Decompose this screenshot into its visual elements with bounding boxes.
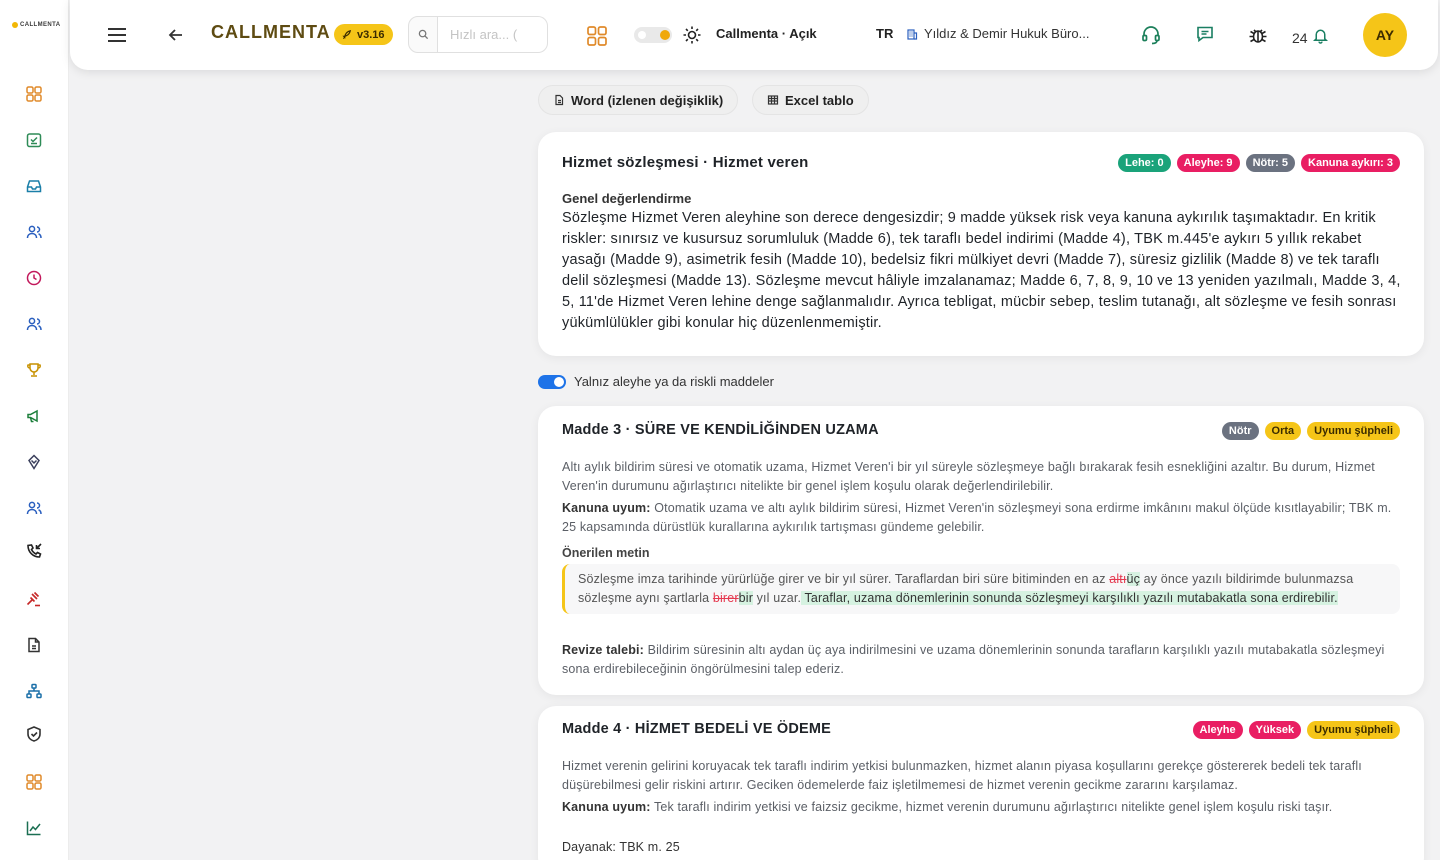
- megaphone-icon[interactable]: [24, 406, 44, 426]
- export-excel-label: Excel tablo: [785, 92, 854, 108]
- team-icon[interactable]: [24, 314, 44, 334]
- org-chart-icon[interactable]: [24, 681, 44, 701]
- avatar[interactable]: AY: [1363, 13, 1407, 57]
- notifications[interactable]: 24: [1292, 24, 1329, 46]
- trophy-icon[interactable]: [24, 360, 44, 380]
- organization-selector[interactable]: Yıldız & Demir Hukuk Büro...: [906, 26, 1089, 41]
- export-word-label: Word (izlenen değişiklik): [571, 92, 724, 108]
- inserted-text: bir: [738, 591, 754, 605]
- contract-title: Hizmet sözleşmesi · Hizmet veren: [562, 154, 809, 171]
- risk-filter-toggle[interactable]: [538, 374, 566, 389]
- handshake-icon[interactable]: [24, 452, 44, 472]
- clause-description: Hizmet verenin gelirini koruyacak tek ta…: [562, 759, 1362, 792]
- version-badge: v3.16: [334, 24, 393, 45]
- clause-title: Madde 3 · SÜRE VE KENDİLİĞİNDEN UZAMA: [562, 422, 879, 438]
- back-arrow-icon[interactable]: [166, 25, 186, 45]
- topbar: CALLMENTA v3.16 Callmenta · Açık TR Yıld…: [70, 0, 1438, 70]
- summary-badges: Lehe: 0 Aleyhe: 9 Nötr: 5 Kanuna aykırı:…: [1118, 154, 1400, 172]
- sidebar-logo[interactable]: CALLMENTA: [12, 22, 60, 28]
- menu-icon[interactable]: [106, 25, 128, 45]
- overall-assessment-text: Sözleşme Hizmet Veren aleyhine son derec…: [562, 210, 1401, 331]
- revision-request-text: Bildirim süresinin altı aydan üç aya ind…: [562, 643, 1385, 676]
- unfavorable-count-badge: Aleyhe: 9: [1176, 154, 1240, 172]
- logo-mark-icon: [12, 22, 18, 28]
- theme-toggle[interactable]: [634, 27, 672, 43]
- neutral-count-badge: Nötr: 5: [1245, 154, 1296, 172]
- sun-icon[interactable]: [682, 25, 702, 45]
- legal-compliance-text: Tek taraflı indirim yetkisi ve faizsiz g…: [650, 800, 1333, 814]
- legal-basis: Dayanak: TBK m. 25: [562, 840, 680, 854]
- contacts-icon[interactable]: [24, 498, 44, 518]
- risk-filter: Yalnız aleyhe ya da riskli maddeler: [538, 374, 774, 389]
- headset-icon[interactable]: [1140, 24, 1162, 46]
- inserted-text: Taraflar, uzama dönemlerinin sonunda söz…: [801, 591, 1338, 605]
- app-title: CALLMENTA: [211, 22, 331, 42]
- legal-compliance: Kanuna uyum: Tek taraflı indirim yetkisi…: [562, 798, 1404, 817]
- export-excel-button[interactable]: Excel tablo: [752, 85, 869, 115]
- inbox-icon[interactable]: [24, 176, 44, 196]
- logo-text: CALLMENTA: [20, 22, 61, 28]
- language-selector[interactable]: TR: [876, 26, 893, 41]
- position-badge: Aleyhe: [1192, 721, 1243, 739]
- revision-request-label: Revize talebi:: [562, 643, 644, 657]
- phone-incoming-icon[interactable]: [24, 541, 44, 561]
- export-word-button[interactable]: Word (izlenen değişiklik): [538, 85, 739, 115]
- clock-icon[interactable]: [24, 268, 44, 288]
- clause-badges: Aleyhe Yüksek Uyumu şüpheli: [1192, 721, 1400, 739]
- search-icon[interactable]: [408, 16, 438, 53]
- clause-title: Madde 4 · HİZMET BEDELİ VE ÖDEME: [562, 721, 832, 737]
- deleted-text: birer: [712, 591, 739, 605]
- apps-grid-icon[interactable]: [586, 25, 608, 47]
- users-icon[interactable]: [24, 222, 44, 242]
- clause-card-4: Madde 4 · HİZMET BEDELİ VE ÖDEME Aleyhe …: [538, 706, 1424, 860]
- bell-icon: [1312, 29, 1328, 44]
- calendar-check-icon[interactable]: [24, 130, 44, 150]
- risk-level-badge: Yüksek: [1248, 721, 1302, 739]
- summary-card: Hizmet sözleşmesi · Hizmet veren Lehe: 0…: [538, 132, 1424, 356]
- risk-level-badge: Orta: [1264, 422, 1302, 440]
- legal-compliance-label: Kanuna uyum:: [562, 501, 651, 515]
- clause-description: Altı aylık bildirim süresi ve otomatik u…: [562, 460, 1375, 493]
- apps-icon[interactable]: [24, 772, 44, 792]
- legal-compliance-label: Kanuna uyum:: [562, 800, 651, 814]
- suggested-text-label: Önerilen metin: [562, 546, 650, 560]
- shield-check-icon[interactable]: [24, 724, 44, 744]
- chat-icon[interactable]: [1195, 24, 1215, 44]
- favorable-count-badge: Lehe: 0: [1118, 154, 1171, 172]
- rocket-icon: [342, 30, 352, 40]
- deleted-text: altı: [1109, 572, 1127, 586]
- position-badge: Nötr: [1221, 422, 1259, 440]
- file-icon: [555, 94, 564, 106]
- risk-filter-label: Yalnız aleyhe ya da riskli maddeler: [574, 374, 774, 389]
- inserted-text: üç: [1126, 572, 1141, 586]
- suggested-text: Sözleşme imza tarihinde yürürlüğe girer …: [562, 564, 1400, 614]
- version-text: v3.16: [357, 28, 385, 41]
- organization-name: Yıldız & Demir Hukuk Büro...: [924, 26, 1090, 41]
- theme-label: Callmenta · Açık: [716, 26, 817, 41]
- clause-card-3: Madde 3 · SÜRE VE KENDİLİĞİNDEN UZAMA Nö…: [538, 406, 1424, 695]
- sidebar: CALLMENTA: [0, 0, 69, 860]
- compliance-badge: Uyumu şüpheli: [1307, 721, 1400, 739]
- legal-compliance-text: Otomatik uzama ve altı aylık bildirim sü…: [562, 501, 1392, 534]
- building-icon: [907, 28, 918, 40]
- table-icon: [767, 95, 779, 105]
- overall-assessment-label: Genel değerlendirme: [562, 191, 692, 206]
- clause-badges: Nötr Orta Uyumu şüpheli: [1221, 422, 1400, 440]
- analytics-icon[interactable]: [24, 818, 44, 838]
- notification-count: 24: [1292, 30, 1308, 46]
- revision-request: Revize talebi: Bildirim süresinin altı a…: [562, 641, 1404, 679]
- document-icon[interactable]: [24, 635, 44, 655]
- dashboard-icon[interactable]: [24, 84, 44, 104]
- search-input[interactable]: [438, 16, 548, 53]
- bug-icon[interactable]: [1247, 24, 1269, 46]
- legal-compliance: Kanuna uyum: Otomatik uzama ve altı aylı…: [562, 499, 1404, 537]
- unlawful-count-badge: Kanuna aykırı: 3: [1301, 154, 1400, 172]
- compliance-badge: Uyumu şüpheli: [1307, 422, 1400, 440]
- gavel-icon[interactable]: [24, 589, 44, 609]
